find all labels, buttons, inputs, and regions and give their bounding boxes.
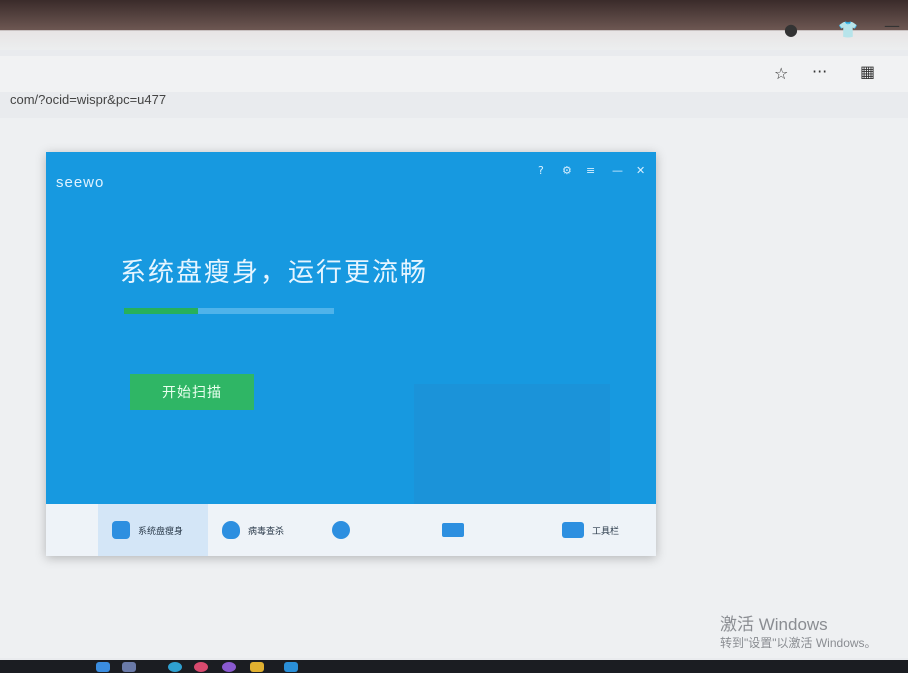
shield-icon bbox=[222, 521, 240, 539]
taskbar-app-icon[interactable] bbox=[194, 662, 208, 672]
app-bottom-nav: 系统盘瘦身 病毒查杀 工具栏 bbox=[46, 504, 656, 556]
activate-windows-subtitle: 转到"设置"以激活 Windows。 bbox=[720, 636, 877, 650]
url-text[interactable]: com/?ocid=wispr&pc=u477 bbox=[10, 92, 166, 107]
app-main-panel: seewo ? ⚙ ≡ — ✕ 系统盘瘦身，运行更流畅 开始扫描 bbox=[46, 152, 656, 504]
background-shade bbox=[414, 384, 610, 504]
shirt-icon[interactable]: 👕 bbox=[838, 20, 858, 39]
minimize-icon[interactable]: — bbox=[884, 16, 900, 35]
taskbar-app-icon[interactable] bbox=[96, 662, 110, 672]
popup-block-icon bbox=[442, 523, 464, 537]
disk-usage-fill bbox=[124, 308, 198, 314]
nav-label: 病毒查杀 bbox=[248, 526, 285, 537]
menu-icon[interactable]: ≡ bbox=[586, 164, 595, 177]
nav-item-toolbox[interactable]: 工具栏 bbox=[562, 504, 652, 556]
taskbar-app-icon[interactable] bbox=[250, 662, 264, 672]
slogan-heading: 系统盘瘦身，运行更流畅 bbox=[120, 258, 429, 288]
nav-item-virus-scan[interactable]: 病毒查杀 bbox=[222, 504, 318, 556]
taskbar-app-icon[interactable] bbox=[222, 662, 236, 672]
nav-item-disk-slim[interactable]: 系统盘瘦身 bbox=[98, 504, 208, 556]
nav-item-popup-block[interactable] bbox=[442, 504, 538, 556]
seewo-app-window: seewo ? ⚙ ≡ — ✕ 系统盘瘦身，运行更流畅 开始扫描 系统盘瘦身 病… bbox=[46, 152, 656, 556]
disk-usage-bar bbox=[124, 308, 334, 314]
taskbar-app-icon[interactable] bbox=[168, 662, 182, 672]
window-close-icon[interactable]: ✕ bbox=[636, 164, 645, 177]
nav-label: 系统盘瘦身 bbox=[138, 526, 184, 537]
start-scan-button[interactable]: 开始扫描 bbox=[130, 374, 254, 410]
nav-item-restore[interactable] bbox=[332, 504, 428, 556]
taskbar-app-icon[interactable] bbox=[284, 662, 298, 672]
restore-icon bbox=[332, 521, 350, 539]
settings-icon[interactable]: ⚙ bbox=[562, 164, 572, 177]
more-icon[interactable]: ··· bbox=[812, 62, 827, 81]
nav-label: 工具栏 bbox=[592, 526, 620, 537]
windows-taskbar bbox=[0, 660, 908, 673]
browser-address-bar[interactable] bbox=[0, 56, 908, 92]
disk-slim-icon bbox=[112, 521, 130, 539]
app-logo: seewo bbox=[56, 174, 105, 191]
taskbar-app-icon[interactable] bbox=[122, 662, 136, 672]
window-minimize-icon[interactable]: — bbox=[612, 164, 623, 177]
profile-icon[interactable]: ● bbox=[784, 20, 798, 39]
toolbox-icon bbox=[562, 522, 584, 538]
help-icon[interactable]: ? bbox=[538, 164, 544, 177]
browser-title-bar bbox=[0, 0, 908, 50]
activate-windows-title: 激活 Windows bbox=[720, 615, 828, 634]
favorite-star-icon[interactable]: ☆ bbox=[774, 64, 788, 83]
apps-grid-icon[interactable]: ▦ bbox=[860, 62, 875, 81]
